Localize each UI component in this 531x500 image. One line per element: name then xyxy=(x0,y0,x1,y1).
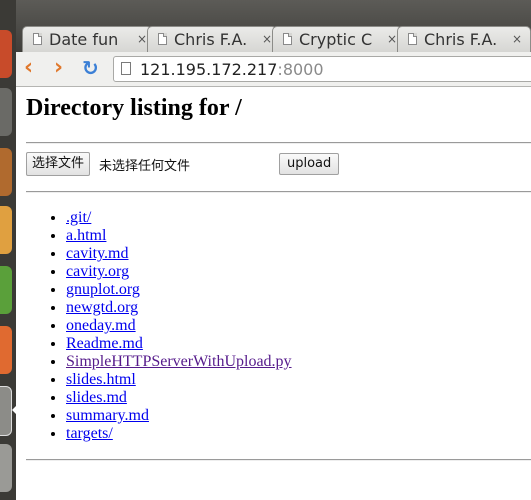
file-link[interactable]: a.html xyxy=(66,227,106,244)
browser-toolbar: ‹ › ↻ 121.195.172.217:8000 xyxy=(16,52,531,87)
list-item: gnuplot.org xyxy=(66,281,292,299)
files-icon[interactable] xyxy=(0,88,12,136)
file-list: .git/a.htmlcavity.mdcavity.orggnuplot.or… xyxy=(26,209,292,443)
url-text[interactable]: 121.195.172.217:8000 xyxy=(140,60,324,79)
presentation-icon[interactable] xyxy=(0,326,12,374)
divider xyxy=(26,142,531,144)
list-item: .git/ xyxy=(66,209,292,227)
page-content: Directory listing for / 选择文件 未选择任何文件 upl… xyxy=(16,87,531,500)
close-icon[interactable]: × xyxy=(512,32,522,46)
file-link[interactable]: Readme.md xyxy=(66,335,143,352)
list-item: SimpleHTTPServerWithUpload.py xyxy=(66,353,292,371)
no-file-selected-text: 未选择任何文件 xyxy=(99,159,191,174)
page-title: Directory listing for / xyxy=(26,95,242,121)
list-item: targets/ xyxy=(66,425,292,443)
file-link[interactable]: summary.md xyxy=(66,407,149,424)
tab-title: Date fun xyxy=(49,30,119,49)
firefox-icon[interactable] xyxy=(0,148,12,196)
spreadsheet-icon[interactable] xyxy=(0,266,12,314)
address-bar[interactable]: 121.195.172.217:8000 xyxy=(113,56,531,82)
list-item: newgtd.org xyxy=(66,299,292,317)
list-item: summary.md xyxy=(66,407,292,425)
page-icon xyxy=(158,33,167,45)
file-link[interactable]: gnuplot.org xyxy=(66,281,140,298)
file-link[interactable]: newgtd.org xyxy=(66,299,138,316)
list-item: a.html xyxy=(66,227,292,245)
reload-icon[interactable]: ↻ xyxy=(82,56,99,80)
file-link[interactable]: cavity.org xyxy=(66,263,129,280)
close-icon[interactable]: × xyxy=(137,32,147,46)
list-item: slides.html xyxy=(66,371,292,389)
file-link[interactable]: cavity.md xyxy=(66,245,129,262)
list-item: cavity.org xyxy=(66,263,292,281)
forward-arrow-icon[interactable]: › xyxy=(54,56,63,80)
url-host: 121.195.172.217 xyxy=(140,60,278,79)
divider xyxy=(26,459,531,461)
upload-button[interactable]: upload xyxy=(279,153,340,175)
file-link[interactable]: targets/ xyxy=(66,425,113,442)
page-icon xyxy=(408,33,417,45)
url-port: :8000 xyxy=(277,60,324,79)
close-icon[interactable]: × xyxy=(262,32,272,46)
file-link[interactable]: .git/ xyxy=(66,209,91,226)
upload-form: 选择文件 未选择任何文件 upload xyxy=(26,152,526,176)
tab-chris-fa-1[interactable]: Chris F.A. × xyxy=(147,26,277,52)
tab-title: Cryptic C xyxy=(299,30,373,49)
page-icon xyxy=(283,33,292,45)
file-link[interactable]: oneday.md xyxy=(66,317,136,334)
divider xyxy=(26,191,531,193)
list-item: Readme.md xyxy=(66,335,292,353)
file-link[interactable]: slides.md xyxy=(66,389,127,406)
list-item: oneday.md xyxy=(66,317,292,335)
tab-cryptic[interactable]: Cryptic C × xyxy=(272,26,402,52)
file-link[interactable]: SimpleHTTPServerWithUpload.py xyxy=(66,353,292,370)
tab-title: Chris F.A. xyxy=(424,30,498,49)
ubuntu-dash-icon[interactable] xyxy=(0,30,12,78)
launcher xyxy=(0,0,16,500)
close-icon[interactable]: × xyxy=(387,32,397,46)
tab-title: Chris F.A. xyxy=(174,30,248,49)
page-icon xyxy=(121,62,131,75)
tab-chris-fa-2[interactable]: Chris F.A. × xyxy=(397,26,531,52)
choose-file-button[interactable]: 选择文件 xyxy=(26,152,91,176)
tab-strip: Date fun × Chris F.A. × Cryptic C × Chri… xyxy=(16,0,531,52)
settings-icon[interactable] xyxy=(0,444,12,492)
page-icon xyxy=(33,33,42,45)
tab-date-fun[interactable]: Date fun × xyxy=(22,26,152,52)
list-item: slides.md xyxy=(66,389,292,407)
file-link[interactable]: slides.html xyxy=(66,371,136,388)
archive-icon[interactable] xyxy=(0,206,12,254)
back-arrow-icon[interactable]: ‹ xyxy=(24,56,33,80)
list-item: cavity.md xyxy=(66,245,292,263)
terminal-icon[interactable] xyxy=(0,386,12,436)
